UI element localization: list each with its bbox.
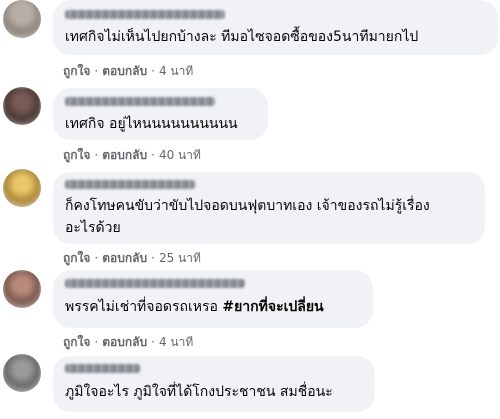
author-name-blurred[interactable] (65, 364, 140, 373)
separator-dot: · (94, 251, 99, 265)
separator-dot: · (151, 335, 155, 349)
reply-link[interactable]: ตอบกลับ (102, 335, 147, 349)
comment-body: พรรคไม่เช่าที่จอดรถเหรอ (65, 299, 218, 315)
comment-text-line-1: ก็คงโทษคนขับว่าขับไปจอดบนฟุตบาทเอง เจ้าข… (65, 198, 430, 214)
comment-actions: ถูกใจ · ตอบกลับ · 40 นาที (63, 146, 201, 165)
like-link[interactable]: ถูกใจ (63, 64, 90, 78)
timestamp[interactable]: 4 นาที (159, 335, 193, 349)
like-link[interactable]: ถูกใจ (63, 251, 90, 265)
timestamp[interactable]: 25 นาที (159, 251, 201, 265)
avatar[interactable] (3, 169, 41, 207)
separator-dot: · (151, 148, 155, 162)
reply-link[interactable]: ตอบกลับ (102, 251, 147, 265)
author-name-blurred[interactable] (65, 10, 225, 19)
reply-link[interactable]: ตอบกลับ (102, 148, 147, 162)
avatar[interactable] (3, 270, 41, 308)
like-link[interactable]: ถูกใจ (63, 148, 90, 162)
comment-text: เทศกิจ อยู่ไหนนนนนนนนนน (65, 116, 238, 132)
separator-dot: · (151, 64, 155, 78)
comment-actions: ถูกใจ · ตอบกลับ · 4 นาที (63, 62, 193, 81)
comment-actions: ถูกใจ · ตอบกลับ · 4 นาที (63, 333, 193, 352)
timestamp[interactable]: 40 นาที (159, 148, 201, 162)
separator-dot: · (94, 148, 99, 162)
separator-dot: · (151, 251, 155, 265)
comment-actions: ถูกใจ · ตอบกลับ · 25 นาที (63, 249, 201, 268)
comment-text: เทศกิจไม่เห็นไปยกบ้างละ ทีมอไซจอดซื้อของ… (65, 29, 419, 45)
author-name-blurred[interactable] (65, 180, 195, 189)
comment-text: พรรคไม่เช่าที่จอดรถเหรอ #ยากที่จะเปลี่ยน (65, 296, 361, 318)
separator-dot: · (94, 335, 99, 349)
reply-link[interactable]: ตอบกลับ (102, 64, 147, 78)
comment-bubble: เทศกิจ อยู่ไหนนนนนนนนนน (53, 88, 268, 140)
comment-bubble: พรรคไม่เช่าที่จอดรถเหรอ #ยากที่จะเปลี่ยน (53, 270, 373, 328)
separator-dot: · (94, 64, 99, 78)
author-name-blurred[interactable] (65, 97, 215, 106)
comment-thread: เทศกิจไม่เห็นไปยกบ้างละ ทีมอไซจอดซื้อของ… (0, 0, 500, 419)
comment-text: ภูมิใจอะไร ภูมิใจที่ได้โกงประชาชน สมชื่อ… (65, 384, 333, 400)
comment-text-line-2: อะไรด้วย (65, 220, 121, 236)
comment-bubble: ก็คงโทษคนขับว่าขับไปจอดบนฟุตบาทเอง เจ้าข… (53, 172, 485, 244)
author-name-blurred[interactable] (65, 279, 245, 288)
hashtag-link[interactable]: #ยากที่จะเปลี่ยน (222, 299, 323, 315)
avatar[interactable] (3, 0, 41, 38)
comment-bubble: เทศกิจไม่เห็นไปยกบ้างละ ทีมอไซจอดซื้อของ… (53, 0, 498, 55)
timestamp[interactable]: 4 นาที (159, 64, 193, 78)
avatar[interactable] (3, 354, 41, 392)
comment-bubble: ภูมิใจอะไร ภูมิใจที่ได้โกงประชาชน สมชื่อ… (53, 356, 375, 412)
like-link[interactable]: ถูกใจ (63, 335, 90, 349)
avatar[interactable] (3, 87, 41, 125)
